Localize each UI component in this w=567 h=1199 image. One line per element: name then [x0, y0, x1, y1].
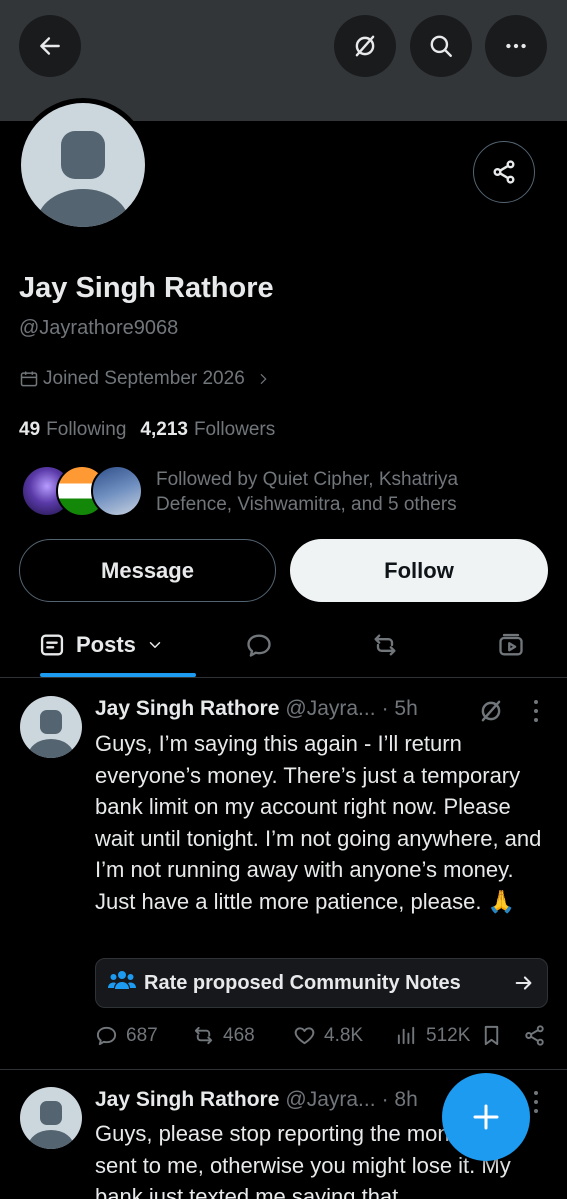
tab-replies[interactable]: [244, 612, 274, 678]
share-profile-button[interactable]: [473, 141, 535, 203]
repost-icon: [374, 634, 396, 656]
reply-button[interactable]: 687: [95, 1024, 158, 1047]
compose-post-button[interactable]: [442, 1073, 530, 1161]
profile-handle: @Jayrathore9068: [19, 317, 179, 339]
reply-icon: [247, 634, 271, 657]
like-count: 4.8K: [324, 1024, 364, 1046]
share-icon: [493, 160, 515, 184]
tab-reposts[interactable]: [370, 612, 400, 678]
post-avatar[interactable]: [20, 1087, 82, 1149]
joined-date[interactable]: Joined September 2026: [19, 368, 271, 390]
views-button[interactable]: 512K: [395, 1024, 470, 1047]
grok-button[interactable]: [334, 15, 396, 77]
bookmark-icon: [484, 1025, 499, 1046]
active-tab-indicator: [40, 673, 196, 677]
default-avatar-icon: [28, 1101, 74, 1149]
media-icon: [499, 633, 523, 656]
profile-avatar[interactable]: [16, 98, 150, 232]
followers-label: Followers: [193, 419, 276, 440]
post-header: Jay Singh Rathore @Jayra... · 5h: [95, 697, 418, 721]
profile-tabs: Posts: [0, 612, 567, 678]
follower-avatar: [91, 465, 143, 517]
more-horizontal-icon: [506, 43, 526, 49]
share-icon: [525, 1025, 544, 1046]
post-author-handle[interactable]: @Jayra...: [285, 1088, 375, 1112]
search-button[interactable]: [410, 15, 472, 77]
grok-icon: [355, 35, 375, 57]
community-notes-label: Rate proposed Community Notes: [144, 971, 461, 994]
profile-name: Jay Singh Rathore: [19, 272, 274, 304]
grok-icon[interactable]: [478, 698, 504, 724]
post-actions: 687 468 4.8K 512K: [95, 1024, 550, 1052]
posts-icon: [40, 634, 64, 656]
repost-icon: [194, 1026, 213, 1045]
reply-count: 687: [126, 1024, 158, 1046]
more-button[interactable]: [485, 15, 547, 77]
following-link[interactable]: 49 Following: [19, 419, 126, 441]
like-button[interactable]: 4.8K: [293, 1024, 363, 1047]
chevron-down-icon: [149, 642, 161, 648]
back-button[interactable]: [19, 15, 81, 77]
post-author-name[interactable]: Jay Singh Rathore: [95, 697, 279, 721]
post-time[interactable]: · 5h: [382, 697, 418, 721]
following-count: 49: [19, 419, 41, 440]
followers-link[interactable]: 4,213 Followers: [140, 419, 275, 441]
following-label: Following: [46, 419, 127, 440]
arrow-right-icon: [515, 976, 532, 990]
post-avatar[interactable]: [20, 696, 82, 758]
post-more-menu[interactable]: [533, 1091, 539, 1113]
people-icon: [108, 969, 136, 997]
default-avatar-icon: [28, 710, 74, 758]
share-post-button[interactable]: [523, 1024, 546, 1047]
message-button[interactable]: Message: [19, 539, 276, 602]
post-author-name[interactable]: Jay Singh Rathore: [95, 1088, 279, 1112]
post-divider: [0, 1069, 567, 1070]
view-count: 512K: [426, 1024, 471, 1046]
tab-posts[interactable]: Posts: [38, 612, 164, 678]
repost-button[interactable]: 468: [192, 1024, 255, 1047]
community-notes-prompt[interactable]: Rate proposed Community Notes: [95, 958, 548, 1008]
analytics-icon: [397, 1026, 415, 1045]
followers-count: 4,213: [140, 419, 188, 440]
reply-icon: [96, 1026, 117, 1046]
arrow-left-icon: [40, 37, 60, 55]
tab-media[interactable]: [496, 612, 526, 678]
post-header: Jay Singh Rathore @Jayra... · 8h: [95, 1088, 418, 1112]
chevron-right-icon: [260, 373, 267, 385]
joined-text: Joined September 2026: [43, 368, 245, 389]
heart-icon: [294, 1027, 315, 1045]
post-time[interactable]: · 8h: [382, 1088, 418, 1112]
post-author-handle[interactable]: @Jayra...: [285, 697, 375, 721]
search-icon: [430, 35, 452, 57]
default-avatar-icon: [37, 131, 129, 227]
bookmark-button[interactable]: [480, 1024, 503, 1047]
tab-posts-label: Posts: [76, 632, 136, 657]
post-more-menu[interactable]: [533, 700, 539, 722]
repost-count: 468: [223, 1024, 255, 1046]
post-text: Guys, I’m saying this again - I’ll retur…: [95, 731, 542, 914]
calendar-icon: [20, 371, 38, 387]
plus-icon: [473, 1104, 499, 1130]
followed-by-text[interactable]: Followed by Quiet Cipher, Kshatriya Defe…: [156, 467, 536, 517]
follow-stats: 49 Following 4,213 Followers: [19, 419, 275, 441]
followed-by-avatars[interactable]: [21, 465, 143, 517]
follow-button[interactable]: Follow: [290, 539, 548, 602]
